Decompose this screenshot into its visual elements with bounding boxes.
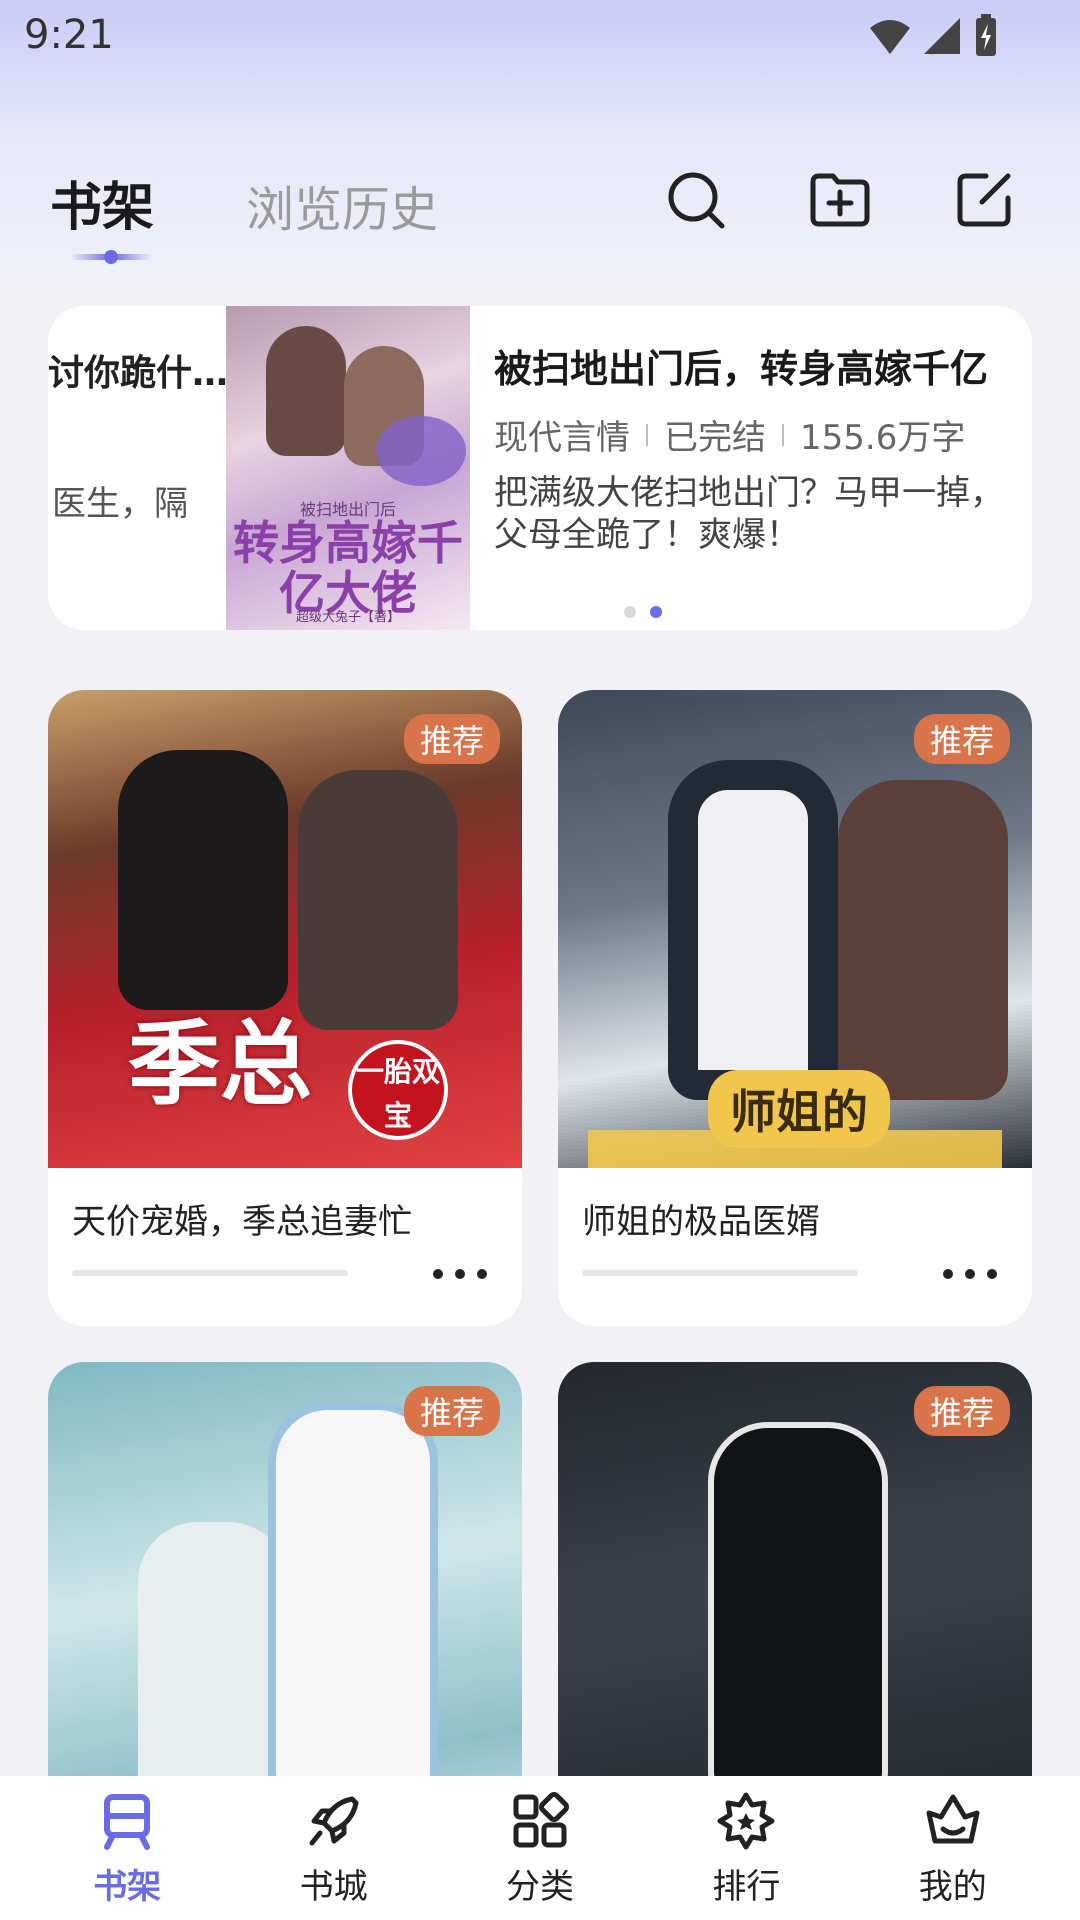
reading-progress	[582, 1270, 858, 1276]
cover-title-art: 季总	[128, 1010, 313, 1118]
bottom-nav: 书架 书城 分类 排行 我的	[0, 1776, 1080, 1920]
reading-progress	[72, 1270, 348, 1276]
cover-figure	[298, 770, 458, 1030]
banner-book-desc: 把满级大佬扫地出门？马甲一掉，父母全跪了！爽爆！	[494, 473, 1004, 555]
nav-label: 书城	[299, 1866, 368, 1907]
carousel-dot[interactable]	[624, 606, 636, 618]
banner-prev-desc: 医生，隔	[52, 484, 188, 524]
rocket-icon	[309, 1796, 359, 1845]
meta-divider	[646, 423, 648, 446]
tab-bookshelf[interactable]: 书架	[50, 165, 154, 240]
cover-title-art: 师姐的	[708, 1070, 890, 1148]
book-title: 师姐的极品医婿	[582, 1202, 820, 1242]
recommend-badge: 推荐	[913, 714, 1010, 764]
cover-figure	[266, 326, 346, 456]
ranking-icon	[717, 1792, 775, 1849]
meta-divider	[782, 423, 784, 446]
carousel-indicator	[624, 606, 662, 618]
cover-figure	[118, 750, 288, 1010]
category-icon	[513, 1791, 569, 1847]
cover-title-art: 转身高嫁千亿大佬	[233, 516, 463, 620]
cover-figure	[838, 780, 1008, 1100]
more-options-button[interactable]	[420, 1252, 500, 1296]
tab-browse-history[interactable]: 浏览历史	[246, 170, 438, 240]
nav-label: 我的	[918, 1866, 987, 1907]
nav-item-ranking[interactable]: 排行	[666, 1789, 826, 1908]
meta-genre: 现代言情	[494, 418, 630, 458]
status-icons	[868, 14, 1000, 58]
status-bar: 9:21	[0, 0, 1080, 72]
meta-word-count: 155.6万字	[800, 418, 966, 458]
more-options-button[interactable]	[930, 1252, 1010, 1296]
featured-banner[interactable]: 讨你跪什… 医生，隔 被扫地出门后 转身高嫁千亿大佬 超级大兔子【著】 被扫地出…	[48, 306, 1032, 630]
book-card[interactable]: 师姐的 推荐 师姐的极品医婿	[558, 690, 1032, 1326]
meta-status: 已完结	[664, 418, 766, 458]
banner-book-title: 被扫地出门后，转身高嫁千亿	[494, 347, 989, 391]
cover-figure	[708, 1422, 888, 1802]
recommend-badge: 推荐	[403, 1386, 500, 1436]
cover-figure	[668, 760, 838, 1100]
status-time: 9:21	[24, 12, 114, 58]
banner-book-meta: 现代言情 已完结 155.6万字	[494, 410, 965, 459]
signal-icon	[924, 18, 960, 54]
recommend-badge: 推荐	[403, 714, 500, 764]
book-card[interactable]: 季总 一胎双宝 推荐 天价宠婚，季总追妻忙	[48, 690, 522, 1326]
tab-indicator	[70, 250, 152, 264]
add-folder-icon[interactable]	[808, 168, 872, 232]
search-icon[interactable]	[664, 168, 728, 232]
nav-label: 分类	[505, 1866, 574, 1907]
cover-flowers	[376, 416, 466, 486]
edit-icon[interactable]	[952, 168, 1016, 232]
nav-item-bookshelf[interactable]: 书架	[47, 1789, 207, 1908]
profile-icon	[926, 1794, 980, 1843]
cover-author: 超级大兔子【著】	[295, 610, 400, 625]
nav-label: 书架	[93, 1866, 162, 1907]
nav-item-bookstore[interactable]: 书城	[254, 1789, 414, 1908]
nav-label: 排行	[712, 1866, 781, 1907]
nav-item-category[interactable]: 分类	[460, 1789, 620, 1908]
banner-book-cover[interactable]: 被扫地出门后 转身高嫁千亿大佬 超级大兔子【著】	[226, 306, 470, 630]
battery-icon	[976, 14, 996, 56]
cover-figure	[268, 1402, 438, 1802]
nav-item-profile[interactable]: 我的	[873, 1789, 1033, 1908]
carousel-dot-active[interactable]	[650, 606, 662, 618]
wifi-icon	[870, 20, 910, 54]
book-title: 天价宠婚，季总追妻忙	[72, 1202, 412, 1242]
bookshelf-icon	[104, 1793, 151, 1850]
recommend-badge: 推荐	[913, 1386, 1010, 1436]
cover-stamp: 一胎双宝	[348, 1040, 448, 1140]
banner-prev-title: 讨你跪什…	[48, 353, 228, 394]
